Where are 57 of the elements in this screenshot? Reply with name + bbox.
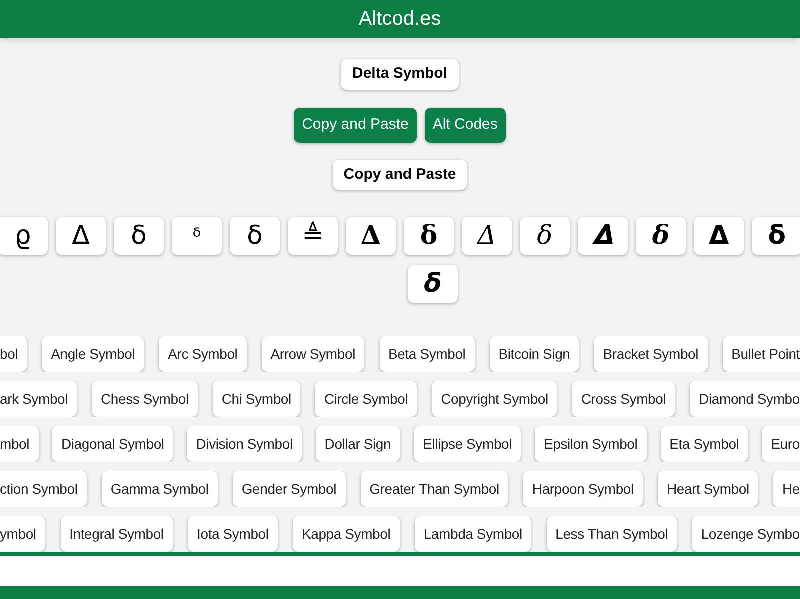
symbol-link[interactable]: bol [0, 336, 28, 372]
section-button[interactable]: Copy and Paste [332, 160, 468, 190]
symbol-tile[interactable]: 𝚫 [346, 217, 396, 255]
symbol-link[interactable]: Arc Symbol [159, 336, 247, 372]
symbol-link[interactable]: Circle Symbol [315, 381, 418, 417]
symbol-link[interactable]: He [773, 471, 800, 507]
symbol-link[interactable]: Arrow Symbol [262, 336, 364, 372]
symbol-tile[interactable]: ᵟ [172, 217, 222, 255]
symbol-tile[interactable]: ϱ [0, 217, 48, 255]
symbol-link[interactable]: Iota Symbol [188, 516, 278, 552]
symbol-link[interactable]: Heart Symbol [658, 471, 758, 507]
symbol-link[interactable]: Bullet Point [722, 336, 800, 372]
symbol-link[interactable]: Cross Symbol [572, 381, 676, 417]
symbol-tile[interactable]: ≜ [288, 217, 338, 255]
symbol-link[interactable]: ction Symbol [0, 471, 87, 507]
symbol-link[interactable]: Bitcoin Sign [490, 336, 580, 372]
site-title: Altcod.es [358, 7, 442, 32]
symbol-tile[interactable]: Δ [56, 217, 106, 255]
nav-button[interactable]: Alt Codes [424, 108, 506, 142]
symbol-link[interactable]: Diamond Symbo [690, 381, 800, 417]
symbol-tile[interactable]: 𝛥 [462, 217, 512, 255]
symbol-link[interactable]: Bracket Symbol [594, 336, 708, 372]
symbol-link[interactable]: Beta Symbol [380, 336, 475, 372]
symbol-link[interactable]: Chi Symbol [212, 381, 300, 417]
symbol-link[interactable]: Kappa Symbol [292, 516, 400, 552]
symbol-tile[interactable]: δ [114, 217, 164, 255]
symbol-link[interactable]: Greater Than Symbol [360, 471, 508, 507]
symbol-link[interactable]: Chess Symbol [92, 381, 198, 417]
symbol-link[interactable]: ymbol [0, 516, 46, 552]
page-title-button[interactable]: Delta Symbol [341, 59, 459, 90]
symbol-link[interactable]: Less Than Symbol [546, 516, 678, 552]
symbol-tile[interactable]: 𝜟 [578, 217, 628, 255]
symbol-tile[interactable]: 𝛿 [520, 217, 570, 255]
symbol-link[interactable]: Copyright Symbol [432, 381, 558, 417]
symbol-link[interactable]: Ellipse Symbol [414, 426, 522, 462]
symbol-tile[interactable]: 𝛅 [404, 217, 454, 255]
symbol-link[interactable]: ark Symbol [0, 381, 78, 417]
symbol-link[interactable]: Dollar Sign [316, 426, 400, 462]
symbol-link[interactable]: Diagonal Symbol [52, 426, 174, 462]
symbol-tile[interactable]: 𝝙 [694, 217, 744, 255]
symbol-link[interactable]: Integral Symbol [60, 516, 173, 552]
symbol-link[interactable]: Division Symbol [187, 426, 302, 462]
symbol-link[interactable]: Epsilon Symbol [534, 426, 647, 462]
symbol-tile[interactable]: 𝝳 [752, 217, 800, 255]
symbol-link[interactable]: Euro [762, 426, 800, 462]
symbol-link[interactable]: Angle Symbol [42, 336, 144, 372]
symbol-link[interactable]: Lambda Symbol [414, 516, 532, 552]
symbol-link[interactable]: Lozenge Symbo [692, 516, 800, 552]
nav-button[interactable]: Copy and Paste [294, 108, 417, 142]
symbol-tile[interactable]: 𝜹 [636, 217, 686, 255]
symbol-link[interactable]: Eta Symbol [660, 426, 748, 462]
symbol-link[interactable]: mbol [0, 426, 39, 462]
symbol-tile[interactable]: δ [230, 217, 280, 255]
symbol-link[interactable]: Gamma Symbol [102, 471, 218, 507]
symbol-link[interactable]: Harpoon Symbol [523, 471, 643, 507]
symbol-tile[interactable]: 𝞭 [408, 265, 458, 303]
symbol-link[interactable]: Gender Symbol [232, 471, 346, 507]
